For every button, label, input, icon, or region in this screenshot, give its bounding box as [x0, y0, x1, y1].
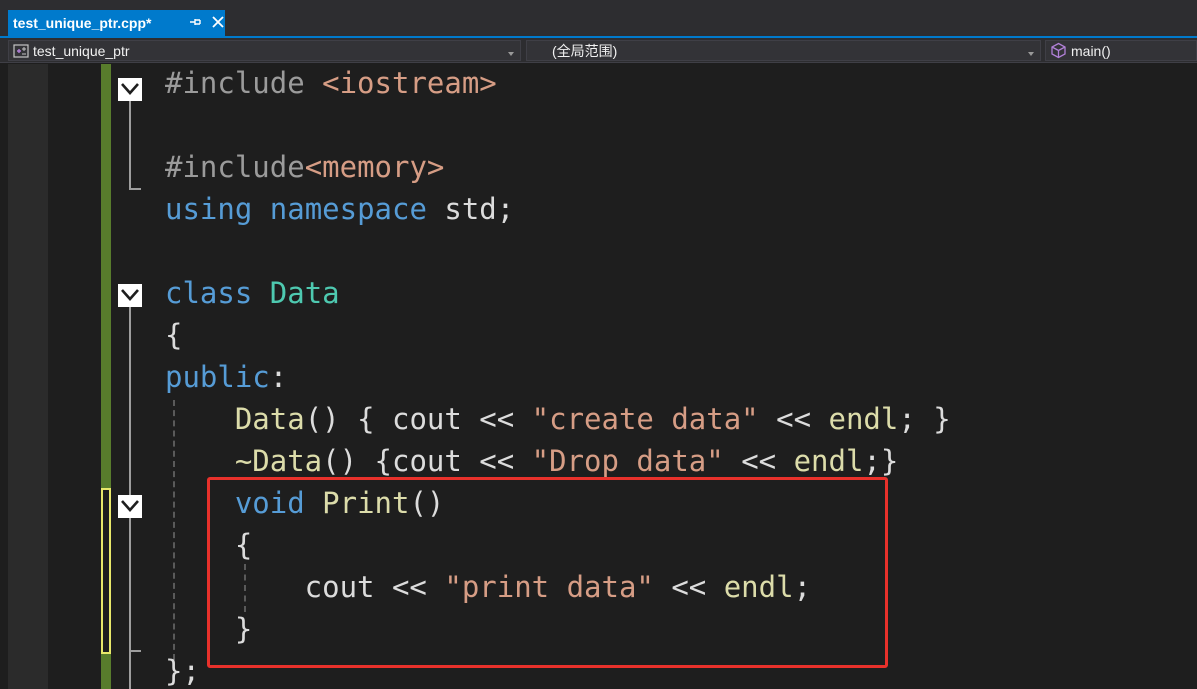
document-tab[interactable]: test_unique_ptr.cpp*: [8, 10, 225, 36]
code-token: :: [269, 360, 288, 394]
code-line[interactable]: Data() { cout << "create data" << endl; …: [165, 398, 951, 440]
navigation-bar: test_unique_ptr (全局范围) main(): [0, 38, 1197, 63]
outline-guide: [129, 94, 131, 190]
code-token: ;}: [863, 444, 899, 478]
close-icon[interactable]: [210, 13, 226, 31]
collapse-toggle-icon[interactable]: [118, 495, 142, 518]
code-token: () {cout <<: [322, 444, 532, 478]
code-token: Data: [269, 276, 340, 310]
collapse-toggle-icon[interactable]: [118, 78, 142, 101]
code-token: ; }: [898, 402, 951, 436]
saved-change-bar: [101, 654, 111, 689]
project-dropdown-label: test_unique_ptr: [33, 42, 130, 59]
document-tab-strip: test_unique_ptr.cpp*: [0, 0, 1197, 38]
code-line[interactable]: class Data: [165, 272, 340, 314]
code-line[interactable]: };: [165, 650, 200, 689]
code-token: namespace: [269, 192, 427, 226]
code-line[interactable]: #include<memory>: [165, 146, 444, 188]
collapse-toggle-icon[interactable]: [118, 284, 142, 307]
scope-dropdown[interactable]: (全局范围): [526, 40, 1041, 61]
document-tab-title: test_unique_ptr.cpp*: [13, 15, 152, 31]
code-token: };: [165, 654, 200, 688]
code-line[interactable]: #include <iostream>: [165, 64, 497, 104]
member-dropdown-label: main(): [1071, 42, 1111, 59]
project-dropdown[interactable]: test_unique_ptr: [8, 40, 521, 61]
outline-guide-end: [129, 650, 141, 652]
code-line[interactable]: using namespace std;: [165, 188, 514, 230]
code-token: <<: [758, 402, 829, 436]
code-token: #include: [165, 66, 323, 100]
code-token: #include: [165, 150, 305, 184]
code-line[interactable]: {: [165, 314, 182, 356]
code-token: Data: [234, 402, 305, 436]
code-token: ~Data: [234, 444, 323, 478]
cpp-project-icon: [13, 43, 29, 58]
code-token: public: [165, 360, 270, 394]
code-token: std;: [426, 192, 515, 226]
code-token: <iostream>: [322, 66, 497, 100]
member-dropdown[interactable]: main(): [1045, 40, 1197, 61]
saved-change-bar: [101, 64, 111, 488]
function-cube-icon: [1050, 42, 1067, 59]
code-editor[interactable]: #include <iostream> #include<memory> using…: [0, 64, 1197, 689]
code-token: () { cout <<: [304, 402, 532, 436]
code-token: <memory>: [304, 150, 445, 184]
outline-guide-end: [129, 188, 141, 190]
code-token: "create data": [531, 402, 759, 436]
unsaved-change-bar: [101, 488, 111, 654]
chevron-down-icon: [506, 46, 516, 56]
code-line[interactable]: public:: [165, 356, 287, 398]
pin-icon[interactable]: [187, 13, 203, 31]
chevron-down-icon: [1026, 46, 1036, 56]
code-token: <<: [723, 444, 794, 478]
code-line[interactable]: ~Data() {cout << "Drop data" << endl;}: [165, 440, 899, 482]
indicator-margin: [8, 64, 48, 689]
highlight-annotation-box: [207, 477, 888, 668]
code-token: class: [165, 276, 253, 310]
code-token: endl: [793, 444, 864, 478]
code-token: using: [165, 192, 253, 226]
code-token: endl: [828, 402, 899, 436]
scope-dropdown-label: (全局范围): [552, 42, 618, 59]
code-token: "Drop data": [531, 444, 724, 478]
code-token: {: [165, 318, 183, 352]
